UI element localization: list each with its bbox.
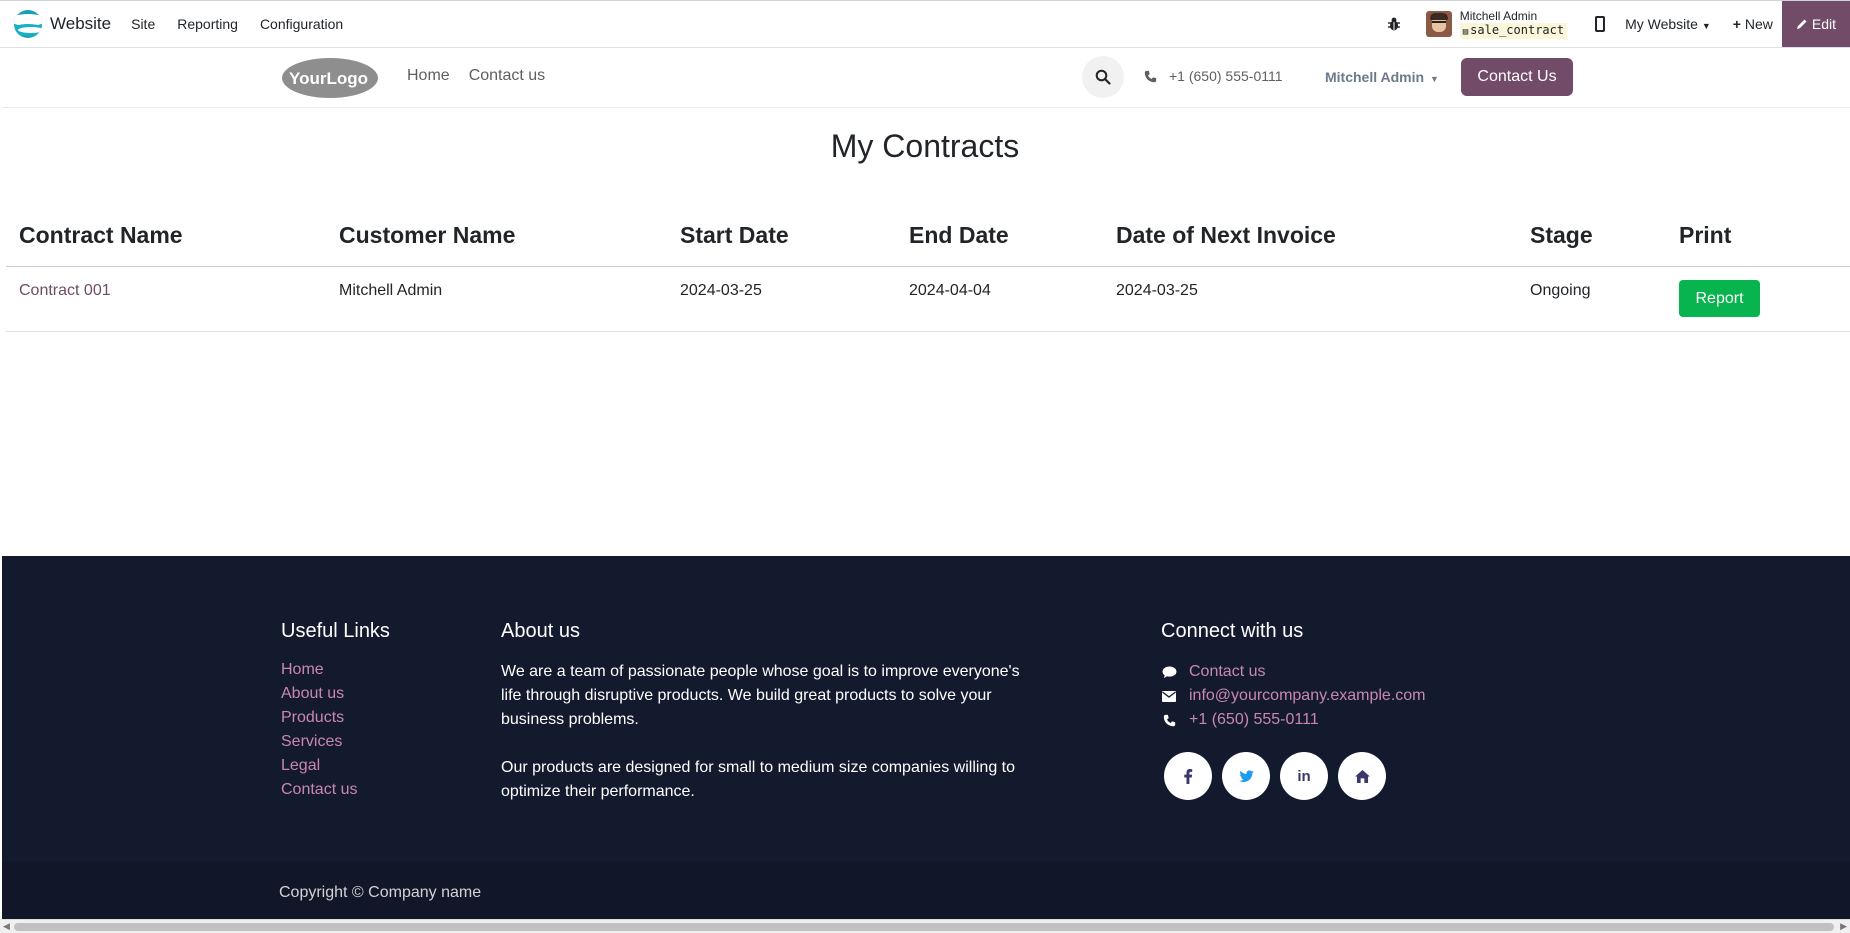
mobile-preview-icon[interactable] — [1595, 16, 1606, 32]
scrollbar-thumb[interactable] — [14, 923, 1834, 931]
footer-link-about-us[interactable]: About us — [281, 684, 357, 708]
website-selector-label: My Website — [1625, 16, 1698, 32]
connect-contact-link[interactable]: Contact us — [1189, 663, 1265, 681]
copyright-text: Copyright © Company name — [279, 884, 482, 901]
column-end-date: End Date — [909, 222, 1009, 248]
horizontal-scrollbar[interactable]: ◀ ▶ — [0, 919, 1850, 933]
phone-icon — [1161, 713, 1177, 727]
website-header: YourLogo Home Contact us +1 (650) 555-01… — [2, 48, 1850, 108]
report-button[interactable]: Report — [1679, 280, 1760, 317]
database-icon: ▤ — [1462, 27, 1469, 37]
site-nav: Home Contact us — [407, 67, 545, 85]
envelope-icon — [1161, 689, 1177, 703]
header-phone-number: +1 (650) 555-0111 — [1169, 68, 1283, 84]
next-invoice-cell: 2024-03-25 — [1116, 282, 1198, 299]
database-name: sale_contract — [1470, 23, 1565, 37]
phone-icon — [1144, 70, 1157, 82]
caret-down-icon: ▼ — [1430, 74, 1439, 84]
footer-link-products[interactable]: Products — [281, 708, 357, 732]
caret-down-icon: ▼ — [1701, 21, 1711, 31]
linkedin-icon[interactable]: in — [1280, 752, 1328, 800]
customer-name-cell: Mitchell Admin — [339, 282, 443, 299]
scroll-right-icon[interactable]: ▶ — [1840, 921, 1847, 932]
topbar-user-name: Mitchell Admin — [1459, 9, 1538, 23]
contract-name-link[interactable]: Contract 001 — [19, 282, 111, 300]
edit-button[interactable]: Edit — [1781, 1, 1850, 47]
footer-link-home[interactable]: Home — [281, 660, 357, 684]
about-paragraph-1: We are a team of passionate people whose… — [501, 663, 1020, 728]
contracts-table: Contract Name Customer Name Start Date E… — [6, 214, 1850, 332]
website-app-icon — [14, 10, 42, 38]
odoo-navbar: Website Site Reporting Configuration Mit… — [0, 0, 1850, 48]
bug-icon[interactable] — [1386, 16, 1402, 32]
edit-button-label: Edit — [1811, 16, 1836, 32]
column-start-date: Start Date — [680, 222, 789, 248]
footer: Useful Links Home About us Products Serv… — [2, 556, 1850, 919]
logo-text: YourLogo — [289, 69, 368, 88]
user-switcher[interactable]: Mitchell Admin ▤ sale_contract — [1425, 9, 1568, 39]
stage-cell: Ongoing — [1530, 282, 1591, 299]
connect-email-row[interactable]: info@yourcompany.example.com — [1161, 684, 1426, 708]
useful-links-title: Useful Links — [281, 620, 390, 642]
end-date-cell: 2024-04-04 — [909, 282, 991, 299]
menu-reporting[interactable]: Reporting — [166, 16, 249, 32]
top-right-actions: Mitchell Admin ▤ sale_contract My Website… — [1386, 1, 1850, 47]
about-text: We are a team of passionate people whose… — [501, 660, 1041, 804]
new-button-label: New — [1744, 16, 1773, 32]
top-menu: Site Reporting Configuration — [120, 16, 354, 32]
connect-contact-row[interactable]: Contact us — [1161, 660, 1426, 684]
app-name: Website — [50, 14, 112, 33]
search-button[interactable] — [1082, 56, 1124, 98]
nav-contact-us[interactable]: Contact us — [469, 67, 545, 85]
column-stage: Stage — [1530, 222, 1593, 248]
connect-email-link[interactable]: info@yourcompany.example.com — [1189, 687, 1426, 705]
connect-list: Contact us info@yourcompany.example.com … — [1161, 660, 1426, 732]
connect-title: Connect with us — [1161, 620, 1304, 642]
copyright-bar: Copyright © Company name — [2, 862, 1850, 919]
search-icon — [1095, 69, 1111, 85]
app-brand[interactable]: Website — [14, 10, 111, 38]
company-logo[interactable]: YourLogo — [281, 57, 379, 99]
page-title: My Contracts — [830, 128, 1020, 164]
database-badge: ▤ sale_contract — [1459, 23, 1568, 39]
home-icon[interactable] — [1338, 752, 1386, 800]
column-next-invoice: Date of Next Invoice — [1116, 222, 1336, 248]
menu-configuration[interactable]: Configuration — [249, 16, 354, 32]
column-contract-name: Contract Name — [19, 222, 183, 248]
connect-phone-row[interactable]: +1 (650) 555-0111 — [1161, 708, 1426, 732]
pencil-icon — [1796, 19, 1807, 29]
about-paragraph-2: Our products are designed for small to m… — [501, 759, 1016, 800]
footer-link-legal[interactable]: Legal — [281, 756, 357, 780]
website-selector[interactable]: My Website ▼ — [1625, 16, 1711, 32]
contact-us-button[interactable]: Contact Us — [1461, 58, 1573, 96]
avatar — [1425, 11, 1452, 37]
table-row: Contract 001 Mitchell Admin 2024-03-25 2… — [6, 267, 1850, 332]
account-dropdown[interactable]: Mitchell Admin ▼ — [1325, 69, 1439, 85]
menu-site[interactable]: Site — [120, 16, 166, 32]
facebook-icon[interactable] — [1164, 752, 1212, 800]
table-header: Contract Name Customer Name Start Date E… — [6, 214, 1850, 267]
connect-phone-link[interactable]: +1 (650) 555-0111 — [1189, 711, 1319, 729]
scroll-left-icon[interactable]: ◀ — [3, 921, 10, 932]
nav-home[interactable]: Home — [407, 67, 450, 85]
account-name: Mitchell Admin — [1325, 69, 1425, 85]
about-title: About us — [501, 620, 580, 642]
column-print: Print — [1679, 222, 1732, 248]
column-customer-name: Customer Name — [339, 222, 516, 248]
start-date-cell: 2024-03-25 — [680, 282, 762, 299]
footer-link-contact-us[interactable]: Contact us — [281, 780, 357, 804]
social-links: in — [1164, 752, 1386, 800]
useful-links: Home About us Products Services Legal Co… — [281, 660, 357, 804]
plus-icon: + — [1732, 16, 1741, 32]
header-phone[interactable]: +1 (650) 555-0111 — [1144, 68, 1283, 84]
chat-bubble-icon — [1161, 665, 1177, 679]
twitter-icon[interactable] — [1222, 752, 1270, 800]
footer-link-services[interactable]: Services — [281, 732, 357, 756]
new-button[interactable]: + New — [1733, 16, 1773, 32]
